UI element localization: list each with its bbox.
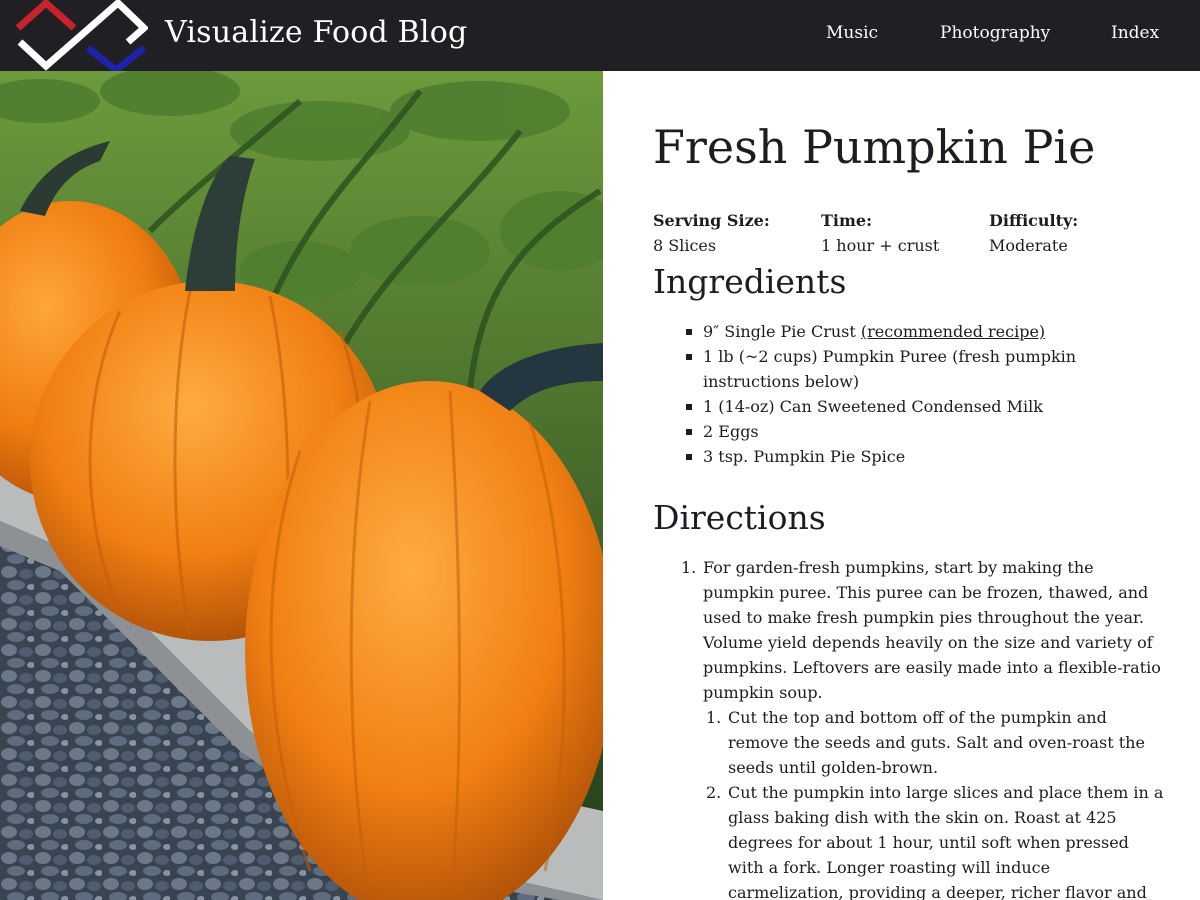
fact-label: Difficulty: [989, 211, 1079, 230]
ingredients-list: 9″ Single Pie Crust (recommended recipe)… [686, 319, 1173, 469]
fact-difficulty: Difficulty: Moderate [989, 208, 1078, 258]
recipe-content: Fresh Pumpkin Pie Serving Size: 8 Slices… [603, 71, 1200, 900]
substeps-list: 1. Cut the top and bottom off of the pum… [706, 705, 1165, 900]
fact-time: Time: 1 hour + crust [821, 208, 939, 258]
fact-label: Serving Size: [653, 211, 770, 230]
nav-index[interactable]: Index [1111, 23, 1159, 43]
directions-list: 1. For garden-fresh pumpkins, start by m… [681, 555, 1165, 900]
ingredients-heading: Ingredients [653, 262, 847, 301]
site-logo-icon[interactable] [16, 0, 148, 71]
recipe-title: Fresh Pumpkin Pie [653, 120, 1096, 174]
nav-music[interactable]: Music [826, 23, 878, 43]
fact-value: 1 hour + crust [821, 236, 940, 255]
substep: 1. Cut the top and bottom off of the pum… [706, 705, 1165, 780]
ingredient-item: 3 tsp. Pumpkin Pie Spice [686, 444, 1173, 469]
substep-text: Cut the pumpkin into large slices and pl… [728, 783, 1164, 900]
fact-value: 8 Slices [653, 236, 717, 255]
nav-photography[interactable]: Photography [940, 23, 1050, 43]
recommended-recipe-link[interactable]: (recommended recipe) [861, 322, 1045, 341]
pumpkins-photo [0, 71, 603, 900]
direction-step: 1. For garden-fresh pumpkins, start by m… [681, 555, 1165, 900]
step-text: For garden-fresh pumpkins, start by maki… [703, 558, 1161, 702]
ingredient-item: 1 (14-oz) Can Sweetened Condensed Milk [686, 394, 1173, 419]
site-title[interactable]: Visualize Food Blog [165, 15, 467, 50]
ingredient-item: 9″ Single Pie Crust (recommended recipe) [686, 319, 1173, 344]
fact-serving-size: Serving Size: 8 Slices [653, 208, 770, 258]
fact-value: Moderate [989, 236, 1068, 255]
step-number: 1. [681, 558, 697, 577]
substep-number: 2. [706, 783, 722, 802]
substep: 2. Cut the pumpkin into large slices and… [706, 780, 1165, 900]
ingredient-text: 9″ Single Pie Crust [703, 322, 861, 341]
substep-text: Cut the top and bottom off of the pumpki… [728, 708, 1145, 777]
ingredient-item: 2 Eggs [686, 419, 1173, 444]
directions-heading: Directions [653, 498, 826, 537]
substep-number: 1. [706, 708, 722, 727]
ingredient-item: 1 lb (~2 cups) Pumpkin Puree (fresh pump… [686, 344, 1173, 394]
fact-label: Time: [821, 211, 872, 230]
site-header: Visualize Food Blog Music Photography In… [0, 0, 1200, 71]
